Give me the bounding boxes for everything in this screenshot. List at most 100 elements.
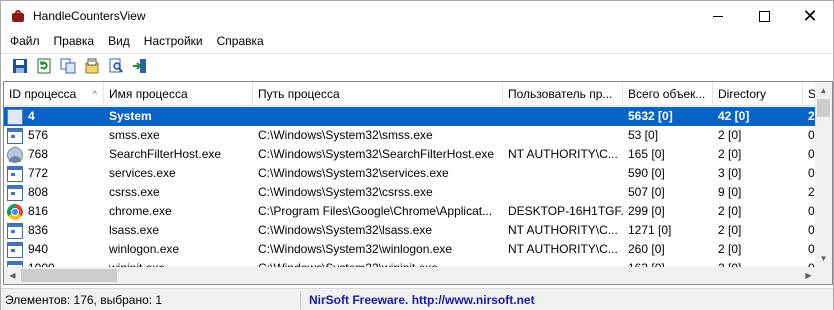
cell-path: C:\Windows\System32\lsass.exe bbox=[253, 221, 503, 240]
process-list[interactable]: ID процесса ^ Имя процесса Путь процесса … bbox=[3, 81, 833, 285]
scroll-left-icon[interactable]: ◀ bbox=[4, 267, 21, 284]
scroll-down-icon[interactable]: ▼ bbox=[815, 250, 832, 267]
column-header-directory[interactable]: Directory bbox=[713, 82, 803, 106]
cell-user bbox=[503, 183, 623, 202]
copy-button[interactable] bbox=[57, 55, 79, 77]
minimize-button[interactable] bbox=[695, 1, 741, 31]
cell-text: 2 [0] bbox=[718, 204, 742, 218]
cell-user: NT AUTHORITY\C... bbox=[503, 240, 623, 259]
cell-text: 816 bbox=[28, 204, 49, 218]
menu-edit[interactable]: Правка bbox=[47, 31, 102, 52]
table-row[interactable]: 4 System 5632 [0] 42 [0] 2 bbox=[4, 107, 818, 126]
column-header-label: Всего объек... bbox=[628, 87, 706, 101]
cell-text: NT AUTHORITY\C... bbox=[508, 223, 618, 237]
toolbar bbox=[1, 53, 833, 78]
cell-text: csrss.exe bbox=[109, 185, 160, 199]
scroll-up-icon[interactable]: ▲ bbox=[815, 82, 832, 99]
cell-pid: 808 bbox=[4, 183, 104, 202]
horizontal-scrollbar[interactable]: ◀ ▶ bbox=[4, 267, 817, 284]
column-header-path[interactable]: Путь процесса bbox=[253, 82, 503, 106]
cell-text: 4 bbox=[28, 109, 35, 123]
title-bar[interactable]: HandleCountersView ✕ bbox=[1, 1, 833, 31]
cell-text: NT AUTHORITY\C... bbox=[508, 242, 618, 256]
cell-pid: 768 bbox=[4, 145, 104, 164]
menu-bar: Файл Правка Вид Настройки Справка bbox=[1, 31, 833, 52]
cell-text: C:\Windows\System32\SearchFilterHost.exe bbox=[258, 147, 495, 161]
column-header-label: Directory bbox=[718, 87, 767, 101]
cell-name: System bbox=[104, 107, 253, 126]
cell-text: 42 [0] bbox=[718, 109, 750, 123]
cell-text: 768 bbox=[28, 147, 49, 161]
maximize-button[interactable] bbox=[741, 1, 787, 31]
doc-icon bbox=[7, 108, 23, 125]
cell-text: chrome.exe bbox=[109, 204, 172, 218]
column-header-label: Путь процесса bbox=[258, 87, 340, 101]
menu-view[interactable]: Вид bbox=[101, 31, 137, 52]
exit-button[interactable] bbox=[129, 55, 151, 77]
cell-user: NT AUTHORITY\C... bbox=[503, 145, 623, 164]
cell-name: smss.exe bbox=[104, 126, 253, 145]
cell-text: 299 [0] bbox=[628, 204, 665, 218]
table-row[interactable]: 772 services.exe C:\Windows\System32\servi… bbox=[4, 164, 818, 183]
cell-total: 5632 [0] bbox=[623, 107, 713, 126]
cell-text: 0 bbox=[808, 166, 815, 180]
table-row[interactable]: 576 smss.exe C:\Windows\System32\smss.exe 5… bbox=[4, 126, 818, 145]
cell-directory: 9 [0] bbox=[713, 183, 803, 202]
cell-path: C:\Windows\System32\winlogon.exe bbox=[253, 240, 503, 259]
cell-pid: 836 bbox=[4, 221, 104, 240]
cell-text: 576 bbox=[28, 128, 49, 142]
menu-help[interactable]: Справка bbox=[210, 31, 271, 52]
sort-ascending-icon: ^ bbox=[92, 89, 97, 99]
cell-directory: 3 [0] bbox=[713, 164, 803, 183]
save-button[interactable] bbox=[9, 55, 31, 77]
cell-text: C:\Windows\System32\winlogon.exe bbox=[258, 242, 453, 256]
cell-text: 772 bbox=[28, 166, 49, 180]
cell-text: 836 bbox=[28, 223, 49, 237]
cell-path: C:\Windows\System32\csrss.exe bbox=[253, 183, 503, 202]
column-header-total[interactable]: Всего объек... bbox=[623, 82, 713, 106]
list-header: ID процесса ^ Имя процесса Путь процесса … bbox=[4, 82, 832, 106]
window-icon bbox=[7, 165, 23, 182]
cell-directory: 2 [0] bbox=[713, 202, 803, 221]
cell-total: 299 [0] bbox=[623, 202, 713, 221]
column-header-pid[interactable]: ID процесса ^ bbox=[4, 82, 104, 106]
cell-text: 2 [0] bbox=[718, 242, 742, 256]
cell-text: 165 [0] bbox=[628, 147, 665, 161]
nirsoft-link[interactable]: NirSoft Freeware. http://www.nirsoft.net bbox=[301, 291, 535, 309]
properties-button[interactable] bbox=[81, 55, 103, 77]
cell-path: C:\Windows\System32\SearchFilterHost.exe bbox=[253, 145, 503, 164]
table-row[interactable]: 940 winlogon.exe C:\Windows\System32\winlo… bbox=[4, 240, 818, 259]
find-button[interactable] bbox=[105, 55, 127, 77]
cell-text: 2 [0] bbox=[718, 128, 742, 142]
menu-options[interactable]: Настройки bbox=[137, 31, 210, 52]
cell-text: lsass.exe bbox=[109, 223, 160, 237]
cell-text: smss.exe bbox=[109, 128, 160, 142]
table-row[interactable]: 816 chrome.exe C:\Program Files\Google\Chr… bbox=[4, 202, 818, 221]
table-row[interactable]: 768 SearchFilterHost.exe C:\Windows\System… bbox=[4, 145, 818, 164]
cell-total: 507 [0] bbox=[623, 183, 713, 202]
cell-total: 53 [0] bbox=[623, 126, 713, 145]
user-icon bbox=[7, 146, 23, 163]
column-header-user[interactable]: Пользователь пр... bbox=[503, 82, 623, 106]
cell-text: C:\Windows\System32\smss.exe bbox=[258, 128, 433, 142]
cell-name: csrss.exe bbox=[104, 183, 253, 202]
refresh-button[interactable] bbox=[33, 55, 55, 77]
horizontal-scroll-thumb[interactable] bbox=[21, 269, 117, 282]
cell-text: winlogon.exe bbox=[109, 242, 180, 256]
vertical-scroll-thumb[interactable] bbox=[817, 99, 830, 117]
menu-file[interactable]: Файл bbox=[3, 31, 47, 52]
properties-icon bbox=[85, 58, 99, 74]
vertical-scrollbar[interactable]: ▲ ▼ bbox=[815, 82, 832, 267]
cell-user: DESKTOP-16H1TGF... bbox=[503, 202, 623, 221]
cell-user bbox=[503, 164, 623, 183]
close-button[interactable]: ✕ bbox=[787, 1, 833, 31]
status-bar: Элементов: 176, выбрано: 1 NirSoft Freew… bbox=[1, 288, 833, 310]
table-row[interactable]: 808 csrss.exe C:\Windows\System32\csrss.ex… bbox=[4, 183, 818, 202]
column-header-name[interactable]: Имя процесса bbox=[104, 82, 253, 106]
cell-name: lsass.exe bbox=[104, 221, 253, 240]
table-row[interactable]: 836 lsass.exe C:\Windows\System32\lsass.ex… bbox=[4, 221, 818, 240]
cell-text: NT AUTHORITY\C... bbox=[508, 147, 618, 161]
cell-user bbox=[503, 126, 623, 145]
window-controls: ✕ bbox=[695, 1, 833, 31]
cell-user bbox=[503, 107, 623, 126]
